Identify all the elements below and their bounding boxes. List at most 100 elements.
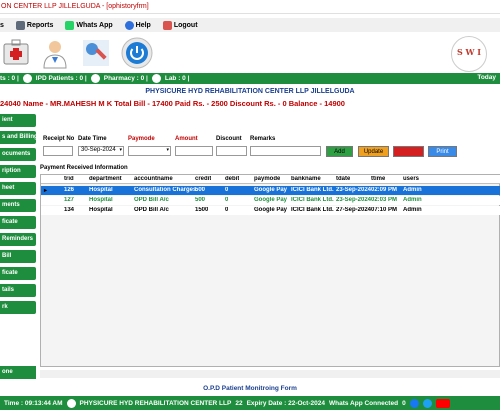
sidebar-item-reminders[interactable]: Reminders bbox=[0, 233, 36, 246]
paymode-select[interactable]: ▾ bbox=[128, 146, 171, 156]
logout-icon bbox=[162, 20, 172, 30]
cell-department: Hospital bbox=[89, 207, 113, 213]
col-debit[interactable]: debit bbox=[225, 176, 239, 182]
menu-item-logout[interactable]: Logout bbox=[162, 20, 198, 30]
table-row[interactable]: ▸ 126 Hospital Consultation Charges 500 … bbox=[41, 186, 500, 195]
clinic-logo: S W I bbox=[451, 36, 487, 72]
col-tdate[interactable]: tdate bbox=[336, 176, 350, 182]
youtube-icon[interactable] bbox=[435, 398, 450, 408]
power-icon[interactable] bbox=[120, 36, 154, 70]
delete-button[interactable] bbox=[393, 146, 424, 157]
col-ttime[interactable]: ttime bbox=[371, 176, 385, 182]
menu-item-help[interactable]: Help bbox=[124, 20, 151, 30]
table-row[interactable]: 134 Hospital OPD Bill A/c 1500 0 Google … bbox=[41, 206, 500, 215]
date-dropdown-icon[interactable]: ▾ bbox=[119, 147, 122, 153]
clinic-name: PHYSICURE HYD REHABILITATION CENTER LLP … bbox=[145, 88, 355, 95]
receipt-no-label: Receipt No bbox=[43, 136, 75, 142]
sidebar-item-payments[interactable]: ments bbox=[0, 199, 36, 212]
sidebar-item-certificate-2[interactable]: ficate bbox=[0, 267, 36, 280]
cell-users: Admin bbox=[403, 207, 422, 213]
col-bankname[interactable]: bankname bbox=[291, 176, 321, 182]
payment-form: Receipt No Date Time Paymode Amount Disc… bbox=[40, 136, 500, 160]
update-button[interactable]: Update bbox=[358, 146, 389, 157]
cell-trid: 134 bbox=[64, 207, 75, 213]
sidebar-item-bill[interactable]: Bill bbox=[0, 250, 36, 263]
date-time-field[interactable]: 30-Sep-2024 ▾ bbox=[78, 146, 124, 156]
facebook-icon[interactable] bbox=[409, 398, 419, 408]
cell-tdate: 27-Sep-2024 bbox=[336, 207, 372, 213]
menu-item-whatsapp-label: Whats App bbox=[76, 21, 113, 29]
sidebar: ient s and Billing ocuments ription heet… bbox=[0, 114, 36, 382]
sidebar-item-billing[interactable]: s and Billing bbox=[0, 131, 36, 144]
receipt-no-field[interactable] bbox=[43, 146, 73, 156]
discount-field[interactable] bbox=[216, 146, 247, 156]
whatsapp-icon bbox=[65, 20, 75, 30]
paymode-dropdown-icon[interactable]: ▾ bbox=[166, 147, 169, 153]
menu-item-first[interactable]: s bbox=[0, 22, 4, 29]
sidebar-item-details[interactable]: tails bbox=[0, 284, 36, 297]
print-button[interactable]: Print bbox=[428, 146, 457, 157]
cell-debit: 0 bbox=[225, 187, 229, 193]
help-icon bbox=[124, 20, 134, 30]
clock-text: Time : 09:13:44 AM bbox=[4, 399, 63, 407]
sidebar-item-certificate[interactable]: ficate bbox=[0, 216, 36, 229]
cell-accountname: OPD Bill A/c bbox=[134, 207, 169, 213]
cell-bankname: ICICI Bank Ltd. bbox=[291, 187, 334, 193]
cell-trid: 126 bbox=[64, 187, 75, 193]
cell-accountname: OPD Bill A/c bbox=[134, 197, 169, 203]
clinic-icon bbox=[66, 398, 76, 408]
col-users[interactable]: users bbox=[403, 176, 419, 182]
menu-item-whatsapp[interactable]: Whats App bbox=[65, 20, 113, 30]
cell-credit: 1500 bbox=[195, 207, 209, 213]
date-time-value: 30-Sep-2024 bbox=[81, 147, 116, 153]
menu-item-reports[interactable]: Reports bbox=[15, 20, 53, 30]
lab-icon bbox=[151, 74, 161, 83]
col-trid[interactable]: trid bbox=[64, 176, 74, 182]
sidebar-item-documents[interactable]: ocuments bbox=[0, 148, 36, 161]
remarks-field[interactable] bbox=[250, 146, 321, 156]
count-pharmacy: Pharmacy : 0 | bbox=[103, 75, 148, 82]
menu-item-logout-label: Logout bbox=[173, 21, 198, 29]
menu-item-help-label: Help bbox=[135, 21, 151, 29]
cell-paymode: Google Pay bbox=[254, 207, 288, 213]
add-button[interactable]: Add bbox=[326, 146, 353, 157]
horizontal-scrollbar[interactable] bbox=[40, 370, 500, 378]
col-credit[interactable]: credit bbox=[195, 176, 211, 182]
table-header: trid department accountname credit debit… bbox=[41, 175, 500, 184]
amount-field[interactable] bbox=[175, 146, 213, 156]
table-row[interactable]: 127 Hospital OPD Bill A/c 500 0 Google P… bbox=[41, 196, 500, 205]
row-selected-arrow-icon: ▸ bbox=[44, 188, 48, 194]
twitter-icon[interactable] bbox=[422, 398, 432, 408]
date-time-label: Date Time bbox=[78, 136, 107, 142]
sidebar-item-sheet[interactable]: heet bbox=[0, 182, 36, 195]
medical-kit-icon[interactable] bbox=[0, 36, 34, 70]
window-title: ON CENTER LLP JILLELGUDA - [ophistoryfrm… bbox=[0, 0, 500, 14]
patient-summary: 24040 Name - MR.MAHESH M K Total Bill - … bbox=[0, 99, 345, 108]
clinic-logo-text: S W I bbox=[456, 47, 482, 57]
col-accountname[interactable]: accountname bbox=[134, 176, 173, 182]
payments-table: trid department accountname credit debit… bbox=[40, 174, 500, 367]
notification-count: 0 bbox=[402, 399, 406, 407]
cell-paymode: Google Pay bbox=[254, 187, 288, 193]
cell-ttime: 02:03 PM bbox=[371, 197, 398, 203]
discount-label: Discount bbox=[216, 136, 242, 142]
cell-users: Admin bbox=[403, 187, 422, 193]
doctor-icon[interactable] bbox=[38, 36, 72, 70]
tools-icon[interactable] bbox=[79, 36, 113, 70]
cell-ttime: 07:10 PM bbox=[371, 207, 398, 213]
sidebar-item-patient[interactable]: ient bbox=[0, 114, 36, 127]
cell-ttime: 02:09 PM bbox=[371, 187, 398, 193]
sidebar-item-bottom[interactable]: one bbox=[0, 366, 36, 379]
sidebar-item-prescription[interactable]: ription bbox=[0, 165, 36, 178]
clinic-status-name: PHYSICURE HYD REHABILITATION CENTER LLP bbox=[79, 399, 232, 407]
col-department[interactable]: department bbox=[89, 176, 122, 182]
sidebar-item-work[interactable]: rk bbox=[0, 301, 36, 314]
cell-bankname: ICICI Bank Ltd. bbox=[291, 207, 334, 213]
status-bar: Time : 09:13:44 AM PHYSICURE HYD REHABIL… bbox=[0, 396, 500, 410]
cell-trid: 127 bbox=[64, 197, 75, 203]
cell-paymode: Google Pay bbox=[254, 197, 288, 203]
cell-debit: 0 bbox=[225, 207, 229, 213]
whatsapp-status: Whats App Connected bbox=[328, 399, 399, 407]
col-paymode[interactable]: paymode bbox=[254, 176, 280, 182]
cell-bankname: ICICI Bank Ltd. bbox=[291, 197, 334, 203]
